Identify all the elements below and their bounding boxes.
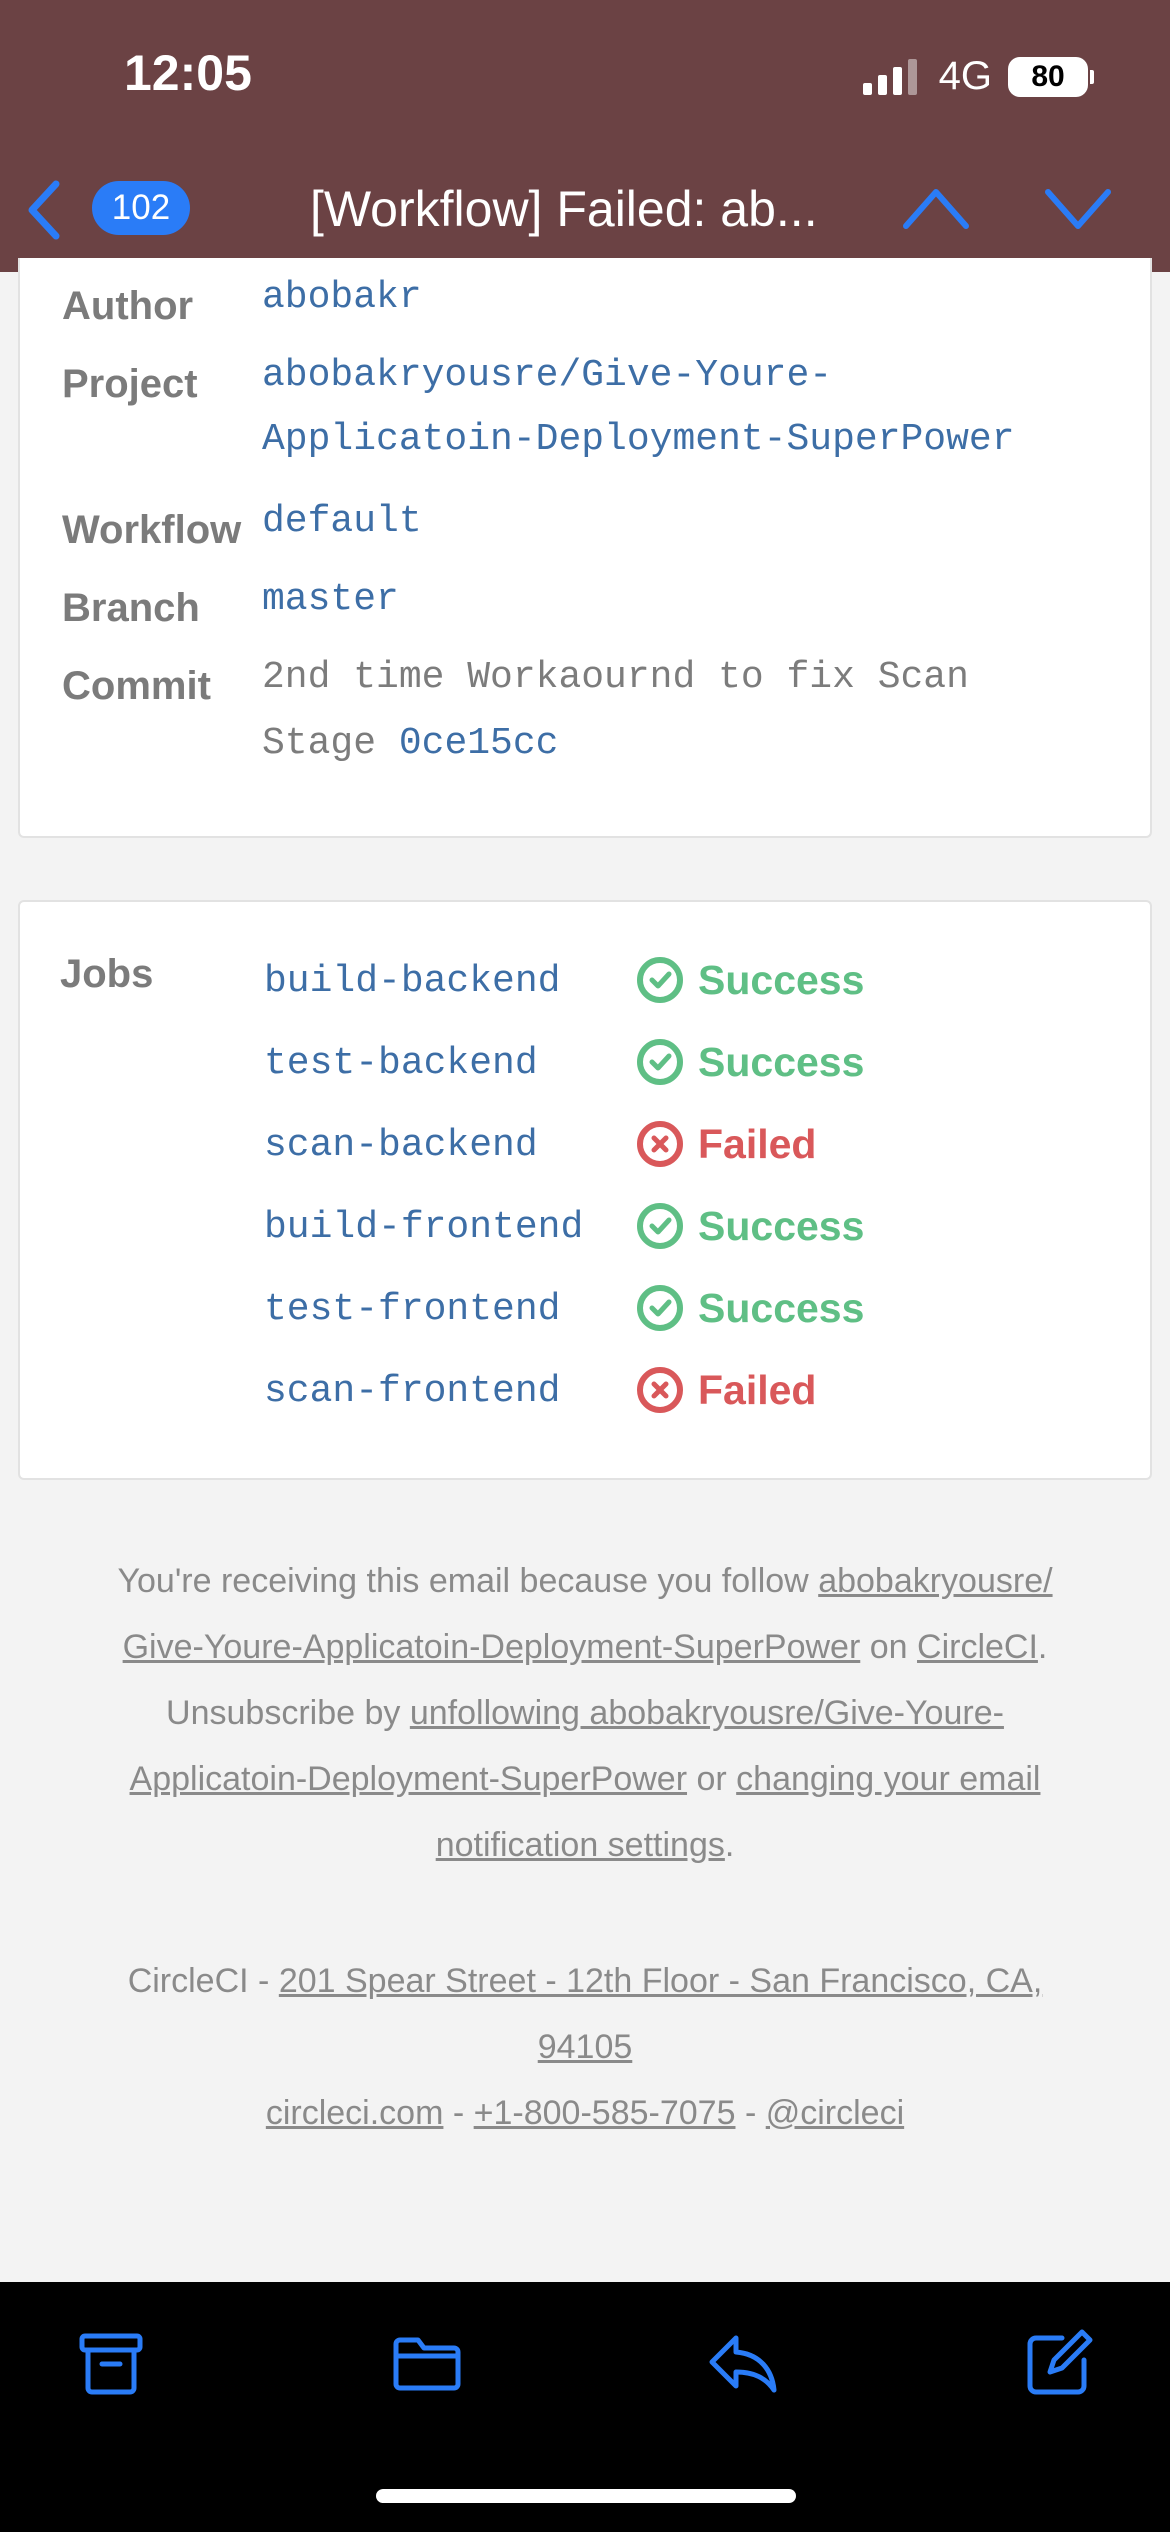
author-value[interactable]: abobakr	[262, 266, 422, 330]
email-subject-title: [Workflow] Failed: ab...	[310, 181, 818, 237]
battery-icon: 80	[1008, 56, 1094, 97]
workflow-value[interactable]: default	[262, 490, 422, 554]
previous-message-chevron-up-icon[interactable]	[900, 178, 972, 238]
subscription-notice: You're receiving this email because you …	[117, 1562, 1053, 1864]
workflow-label: Workflow	[62, 508, 242, 552]
twitter-link[interactable]: @circleci	[766, 2094, 904, 2132]
commit-message-line1: 2nd time Workaournd to fix Scan	[262, 656, 969, 699]
branch-value[interactable]: master	[262, 568, 399, 632]
status-indicators: 4G 80	[862, 54, 1094, 99]
cellular-signal-icon	[862, 58, 917, 95]
compose-icon[interactable]	[1022, 2326, 1096, 2400]
job-name[interactable]: build-frontend	[264, 1206, 583, 1249]
failed-x-icon	[637, 1121, 683, 1167]
job-status: Success	[636, 956, 864, 1004]
notification-settings-link[interactable]: changing your email	[736, 1760, 1040, 1798]
battery-level: 80	[1008, 56, 1088, 97]
jobs-card: Jobs build-backend Success test-backend …	[18, 900, 1152, 1480]
author-label: Author	[62, 284, 194, 328]
archive-icon[interactable]	[74, 2326, 148, 2400]
status-time: 12:05	[124, 45, 252, 101]
job-name[interactable]: scan-backend	[264, 1124, 538, 1167]
success-check-icon	[637, 1039, 683, 1085]
unfollow-link[interactable]: unfollowing abobakryousre/Give-Youre-	[410, 1694, 1004, 1732]
job-name[interactable]: scan-frontend	[264, 1370, 560, 1413]
notification-settings-link-cont[interactable]: notification settings	[436, 1826, 725, 1864]
job-status: Success	[636, 1284, 864, 1332]
network-type: 4G	[938, 54, 992, 98]
success-check-icon	[637, 957, 683, 1003]
commit-hash-link[interactable]: 0ce15cc	[399, 722, 559, 765]
project-label: Project	[62, 362, 198, 406]
success-check-icon	[637, 1285, 683, 1331]
phone-link[interactable]: +1-800-585-7075	[474, 2094, 736, 2132]
circleci-link[interactable]: CircleCI	[917, 1628, 1038, 1666]
commit-message-line2: Stage 0ce15cc	[262, 722, 559, 765]
project-value-line1[interactable]: abobakryousre/Give-Youre-	[262, 344, 832, 408]
job-status: Success	[636, 1038, 864, 1086]
address-link-cont[interactable]: 94105	[538, 2028, 633, 2066]
job-name[interactable]: build-backend	[264, 960, 560, 1003]
success-check-icon	[637, 1203, 683, 1249]
home-indicator[interactable]	[376, 2489, 796, 2503]
company-info: CircleCI - 201 Spear Street - 12th Floor…	[127, 1962, 1043, 2132]
failed-x-icon	[637, 1367, 683, 1413]
folder-icon[interactable]	[390, 2326, 464, 2400]
jobs-label: Jobs	[60, 952, 154, 996]
follow-project-link-cont[interactable]: Give-Youre-Applicatoin-Deployment-SuperP…	[123, 1628, 861, 1666]
job-status: Failed	[636, 1120, 816, 1168]
reply-icon[interactable]	[706, 2326, 780, 2400]
job-name[interactable]: test-frontend	[264, 1288, 560, 1331]
follow-project-link[interactable]: abobakryousre/	[818, 1562, 1052, 1600]
project-value-line2[interactable]: Applicatoin-Deployment-SuperPower	[262, 408, 1015, 472]
next-message-chevron-down-icon[interactable]	[1042, 178, 1114, 238]
address-link[interactable]: 201 Spear Street - 12th Floor - San Fran…	[279, 1962, 1042, 2000]
back-chevron-icon[interactable]	[24, 178, 64, 242]
website-link[interactable]: circleci.com	[266, 2094, 444, 2132]
job-status: Success	[636, 1202, 864, 1250]
unfollow-link-cont[interactable]: Applicatoin-Deployment-SuperPower	[130, 1760, 688, 1798]
branch-label: Branch	[62, 586, 200, 630]
workflow-details-card: Author abobakr Project abobakryousre/Giv…	[18, 258, 1152, 838]
commit-label: Commit	[62, 664, 211, 708]
unread-count-badge[interactable]: 102	[92, 181, 190, 235]
job-name[interactable]: test-backend	[264, 1042, 538, 1085]
job-status: Failed	[636, 1366, 816, 1414]
